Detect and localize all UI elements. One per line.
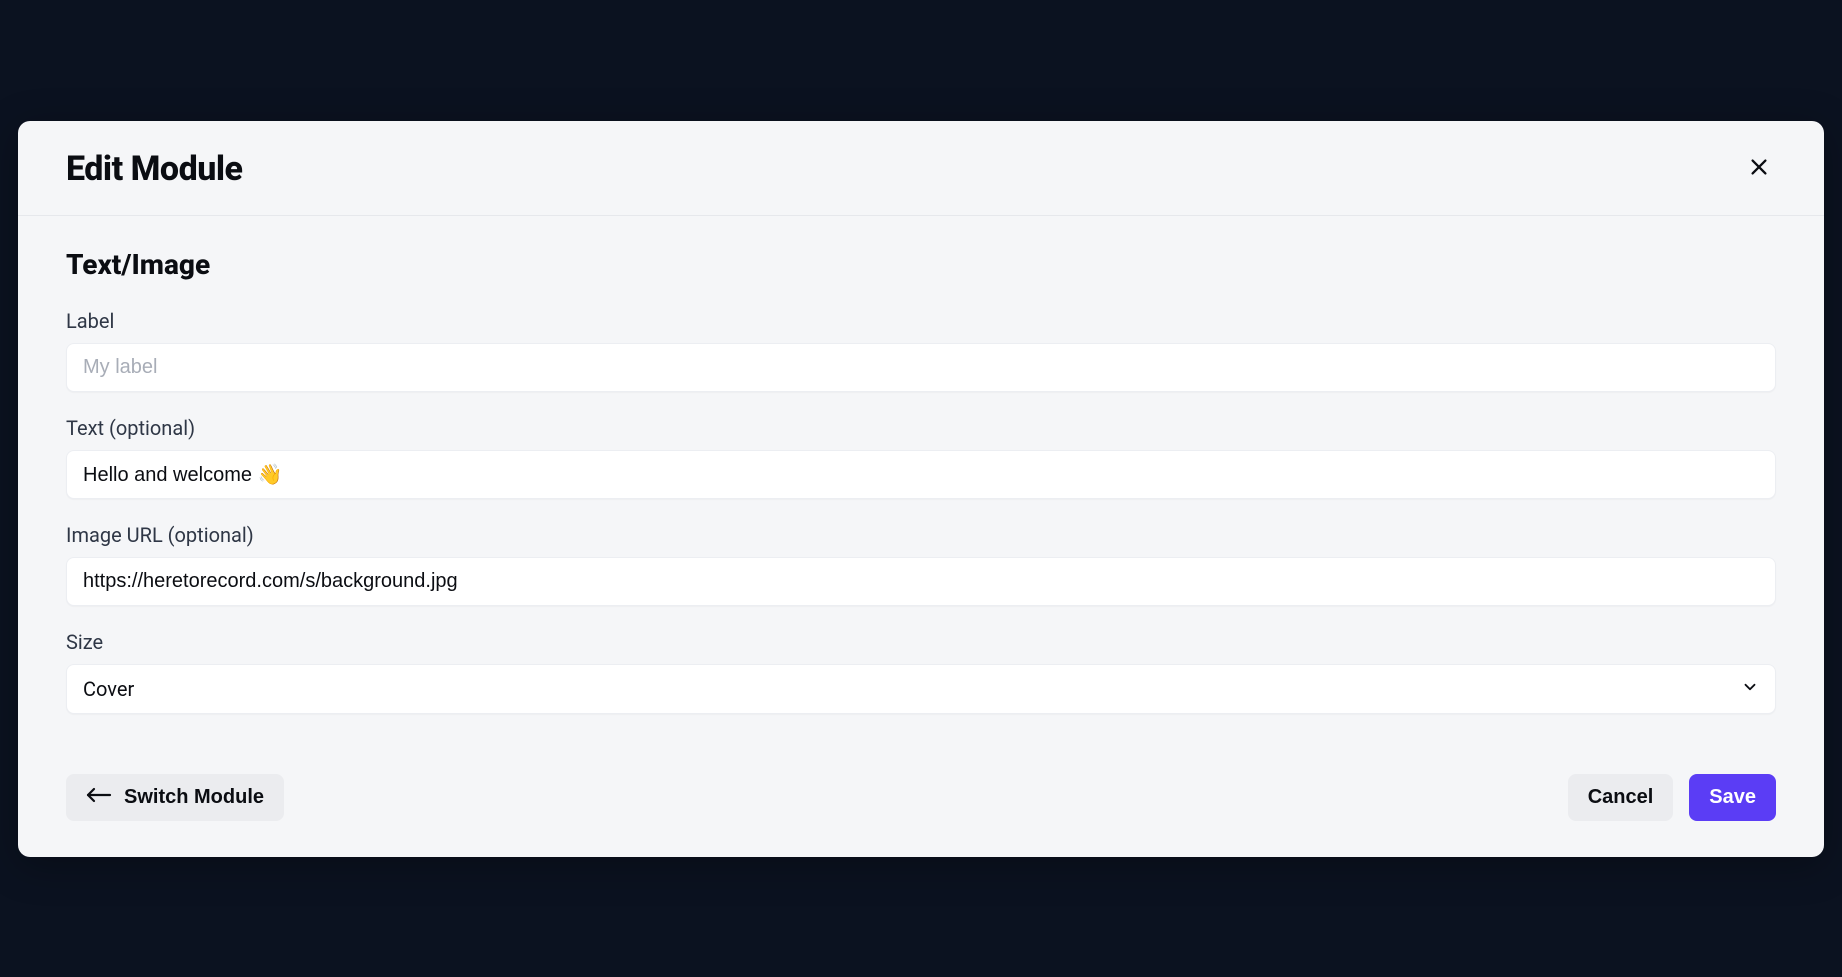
size-select-value: Cover bbox=[67, 665, 1775, 713]
modal-header: Edit Module bbox=[18, 121, 1824, 216]
field-text: Text (optional) bbox=[66, 416, 1776, 499]
modal-title: Edit Module bbox=[66, 149, 242, 189]
image-url-label: Image URL (optional) bbox=[66, 523, 1776, 547]
right-actions: Cancel Save bbox=[1568, 774, 1776, 821]
label-input[interactable] bbox=[66, 343, 1776, 392]
size-label: Size bbox=[66, 630, 1776, 654]
field-image-url: Image URL (optional) bbox=[66, 523, 1776, 606]
cancel-label: Cancel bbox=[1588, 786, 1654, 809]
save-button[interactable]: Save bbox=[1689, 774, 1776, 821]
size-select-wrapper[interactable]: Cover bbox=[66, 664, 1776, 714]
switch-module-label: Switch Module bbox=[124, 786, 264, 809]
close-button[interactable] bbox=[1742, 150, 1776, 187]
arrow-left-icon bbox=[86, 786, 112, 809]
section-title: Text/Image bbox=[66, 248, 1776, 281]
field-size: Size Cover bbox=[66, 630, 1776, 714]
modal-body: Text/Image Label Text (optional) Image U… bbox=[18, 216, 1824, 766]
modal-footer: Switch Module Cancel Save bbox=[18, 766, 1824, 857]
text-label: Text (optional) bbox=[66, 416, 1776, 440]
switch-module-button[interactable]: Switch Module bbox=[66, 774, 284, 821]
field-label: Label bbox=[66, 309, 1776, 392]
left-actions: Switch Module bbox=[66, 774, 284, 821]
label-label: Label bbox=[66, 309, 1776, 333]
image-url-input[interactable] bbox=[66, 557, 1776, 606]
cancel-button[interactable]: Cancel bbox=[1568, 774, 1674, 821]
save-label: Save bbox=[1709, 786, 1756, 809]
close-icon bbox=[1748, 156, 1770, 181]
edit-module-modal: Edit Module Text/Image Label Text (optio… bbox=[18, 121, 1824, 857]
text-input[interactable] bbox=[66, 450, 1776, 499]
